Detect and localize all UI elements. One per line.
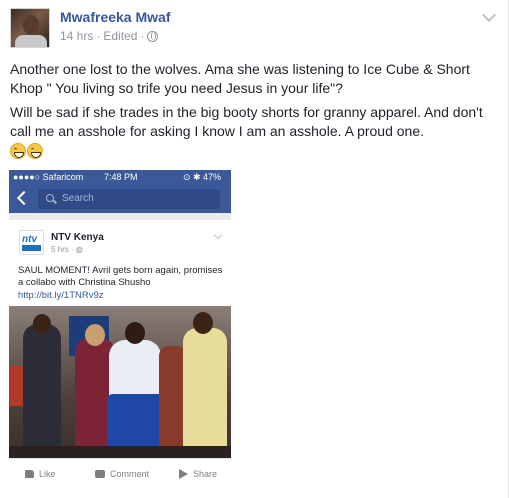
photo-person-head	[85, 324, 105, 346]
ntv-logo-text: ntv	[22, 234, 37, 245]
post-meta: 14 hrs · Edited ·	[60, 29, 159, 43]
share-icon	[179, 469, 188, 479]
comment-icon	[95, 470, 105, 478]
back-arrow-icon	[16, 190, 32, 206]
battery-label: 47%	[203, 172, 222, 182]
like-action: Like	[25, 469, 56, 479]
author-name[interactable]: Mwafreeka Mwaf	[60, 9, 170, 25]
photo-person-suit	[23, 324, 61, 458]
shared-post-meta: 5 hrs · ◍	[51, 245, 83, 254]
ntv-logo: ntv	[19, 230, 44, 255]
shared-post-actions: Like Comment Share	[9, 458, 231, 488]
photo-person-head	[125, 322, 145, 344]
shared-post-card: ntv NTV Kenya 5 hrs · ◍ SAUL MOMENT! Avr…	[9, 220, 231, 488]
phone-screenshot-image[interactable]: ●●●●○ Safaricom 7:48 PM ⊙ ✱ 47% Search n…	[9, 170, 231, 488]
shared-post-text: SAUL MOMENT! Avril gets born again, prom…	[18, 265, 223, 288]
photo-floor	[9, 446, 231, 458]
avatar-shirt	[15, 35, 47, 47]
like-label: Like	[39, 469, 56, 479]
shared-post-photo	[9, 306, 231, 458]
ntv-logo-bar	[22, 245, 41, 251]
photo-person-head	[193, 312, 213, 334]
avatar-face	[23, 15, 39, 35]
share-label: Share	[193, 469, 218, 479]
status-icons: ⊙ ✱	[183, 172, 201, 182]
phone-search-box: Search	[38, 189, 220, 209]
laughing-emoji-icon	[27, 143, 43, 159]
laughing-emoji-icon	[10, 143, 26, 159]
phone-navbar: Search	[9, 185, 231, 213]
clock-label: 7:48 PM	[104, 172, 138, 182]
comment-action: Comment	[95, 469, 149, 479]
post-text-paragraph-2: Will be sad if she trades in the big boo…	[10, 104, 483, 139]
share-action: Share	[179, 469, 217, 479]
phone-status-bar: ●●●●○ Safaricom 7:48 PM ⊙ ✱ 47%	[9, 170, 231, 185]
facebook-post: Mwafreeka Mwaf 14 hrs · Edited · Another…	[0, 0, 509, 498]
edited-label[interactable]: Edited	[103, 29, 137, 43]
search-placeholder: Search	[62, 193, 94, 204]
carrier-label: ●●●●○ Safaricom	[13, 172, 84, 182]
globe-icon: ◍	[75, 245, 83, 254]
photo-person-yellow-shirt	[183, 328, 227, 458]
thumbs-up-icon	[25, 470, 34, 478]
chevron-down-icon[interactable]	[481, 7, 497, 23]
search-icon	[46, 194, 54, 202]
shared-page-name: NTV Kenya	[51, 232, 104, 243]
meta-separator: ·	[96, 29, 101, 43]
globe-icon[interactable]	[147, 30, 159, 42]
meta-separator-2: ·	[140, 29, 145, 43]
author-avatar[interactable]	[10, 8, 50, 48]
photo-person-head	[33, 314, 51, 334]
comment-label: Comment	[110, 469, 150, 479]
emoji-row	[10, 143, 43, 159]
post-time[interactable]: 14 hrs	[60, 29, 93, 43]
shared-post-time: 5 hrs ·	[51, 245, 76, 254]
chevron-down-icon	[213, 230, 223, 240]
post-text-paragraph-1: Another one lost to the wolves. Ama she …	[10, 61, 470, 96]
shared-post-link: http://bit.ly/1TNRv9z	[18, 290, 104, 301]
